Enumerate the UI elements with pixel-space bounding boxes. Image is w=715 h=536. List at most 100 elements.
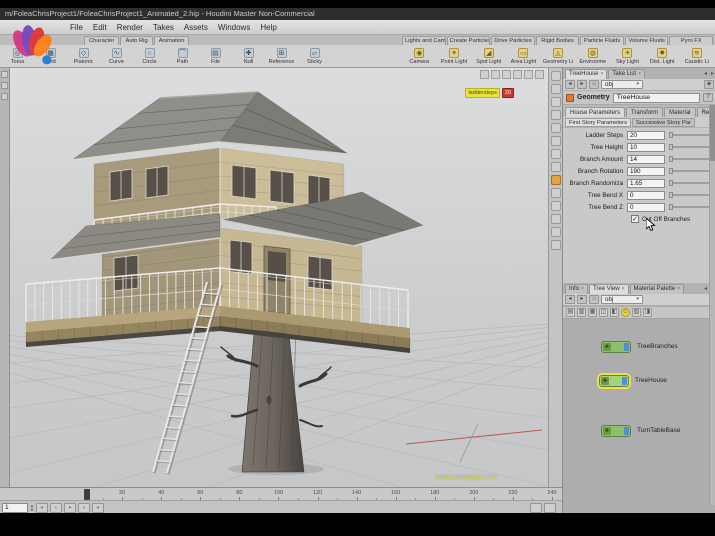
view-tool-icon[interactable]	[551, 71, 561, 81]
close-tab-icon[interactable]: ×	[600, 69, 603, 79]
view-tool-icon[interactable]	[551, 188, 561, 198]
home-icon[interactable]: ⌂	[589, 295, 599, 304]
param-tab-transform[interactable]: Transform	[626, 107, 663, 117]
close-tab-icon[interactable]: ×	[638, 69, 641, 79]
viewport-toolbar-button[interactable]	[524, 70, 533, 79]
tool-path[interactable]: ⌒Path	[166, 45, 199, 67]
tree-height-slider[interactable]	[669, 146, 712, 148]
cut-off-branches-checkbox[interactable]: ✓	[631, 215, 639, 223]
timeline-ruler[interactable]: 20406080100120140160180200220240	[0, 488, 562, 501]
slider-handle[interactable]	[669, 168, 673, 174]
playbar-option-button[interactable]	[544, 503, 556, 513]
tool-dist-light[interactable]: ✹Dist. Light	[645, 45, 680, 67]
menu-render[interactable]: Render	[117, 23, 143, 32]
network-tool-icon[interactable]: ▧	[632, 308, 641, 317]
shelf-tab-drive-particles[interactable]: Drive Particles	[491, 36, 535, 45]
view-tool-icon[interactable]	[551, 175, 561, 185]
nav-back-button[interactable]: ◂	[565, 295, 575, 304]
tab-scroll-left-icon[interactable]: ◂	[702, 70, 709, 77]
tool-camera[interactable]: ◉Camera	[402, 45, 437, 67]
tool-spot-light[interactable]: ◢Spot Light	[471, 45, 506, 67]
slider-handle[interactable]	[669, 144, 673, 150]
menu-help[interactable]: Help	[260, 23, 276, 32]
tool-environme[interactable]: ◍Environme	[575, 45, 610, 67]
tool-platonic[interactable]: ◇Platonic	[67, 45, 100, 67]
pane-tab-material-palette[interactable]: Material Palette×	[630, 284, 685, 294]
display-flag-icon[interactable]	[624, 427, 629, 435]
shelf-tab-character[interactable]: Character	[84, 36, 119, 45]
left-toolbar-icon[interactable]	[1, 82, 8, 89]
nav-forward-button[interactable]: ▸	[577, 295, 587, 304]
tree-bend-x-field[interactable]: 0	[627, 191, 665, 200]
display-flag-icon[interactable]	[622, 377, 627, 385]
pane-tab-info[interactable]: Info×	[565, 284, 588, 294]
view-tool-icon[interactable]	[551, 84, 561, 94]
shelf-tab-lights-and-cameras[interactable]: Lights and Cameras	[402, 36, 446, 45]
tree-bend-z-field[interactable]: 0	[627, 203, 665, 212]
slider-handle[interactable]	[669, 204, 673, 210]
tab-scroll-left-icon[interactable]: ◂	[702, 285, 709, 292]
branch-randomiza-slider[interactable]	[669, 182, 712, 184]
param-subtab-successive-story-par[interactable]: Successive Story Par	[632, 118, 695, 127]
branch-amount-slider[interactable]	[669, 158, 712, 160]
left-toolbar-icon[interactable]	[1, 71, 8, 78]
view-tool-icon[interactable]	[551, 201, 561, 211]
menu-file[interactable]: File	[70, 23, 83, 32]
tab-scroll-right-icon[interactable]: ▸	[709, 70, 715, 77]
display-flag-icon[interactable]	[624, 343, 629, 351]
network-tool-icon[interactable]: ▤	[566, 308, 575, 317]
tool-reference[interactable]: ⊞Reference	[265, 45, 298, 67]
tool-circle[interactable]: ○Circle	[133, 45, 166, 67]
view-tool-icon[interactable]	[551, 240, 561, 250]
tool-area-light[interactable]: ▭Area Light	[506, 45, 541, 67]
shelf-tab-particle-fluids[interactable]: Particle Fluids	[580, 36, 624, 45]
network-tool-icon[interactable]: ◧	[610, 308, 619, 317]
shelf-tab-auto-rig[interactable]: Auto Rig	[120, 36, 152, 45]
network-tool-icon[interactable]: ◨	[643, 308, 652, 317]
playback-button-0[interactable]: «	[36, 503, 48, 513]
node-turntablebase[interactable]: ♣	[601, 425, 631, 437]
viewport-toolbar-button[interactable]	[535, 70, 544, 79]
nav-back-button[interactable]: ◂	[565, 80, 575, 89]
path-dropdown[interactable]: obj ▾	[601, 80, 643, 89]
playback-button-2[interactable]: ▪	[64, 503, 76, 513]
help-button[interactable]: ?	[703, 93, 713, 102]
view-tool-icon[interactable]	[551, 97, 561, 107]
slider-handle[interactable]	[669, 180, 673, 186]
shelf-tab-create-particles[interactable]: Create Particles	[447, 36, 491, 45]
network-tool-icon[interactable]: ◫	[599, 308, 608, 317]
node-name-field[interactable]: TreeHouse	[613, 93, 700, 103]
network-path-dropdown[interactable]: obj ▾	[601, 295, 643, 304]
network-editor[interactable]: ♣TreeBranches♣TreeHouse♣TurnTableBase	[563, 319, 715, 513]
tree-bend-x-slider[interactable]	[669, 194, 712, 196]
menu-windows[interactable]: Windows	[218, 23, 250, 32]
node-treebranches[interactable]: ♣	[601, 341, 631, 353]
shelf-tab-animation[interactable]: Animation	[154, 36, 190, 45]
shelf-tab-pyro-fx[interactable]: Pyro FX	[669, 36, 713, 45]
tool-point-light[interactable]: ✶Point Light	[437, 45, 472, 67]
param-tab-material[interactable]: Material	[664, 107, 695, 117]
viewport-toolbar-button[interactable]	[480, 70, 489, 79]
pane-tab-tree-view[interactable]: Tree View×	[589, 284, 629, 294]
ladder-steps-slider[interactable]	[669, 134, 712, 136]
network-tool-icon[interactable]: ▥	[577, 308, 586, 317]
tool-geometry-li[interactable]: ◬Geometry Li	[541, 45, 576, 67]
pane-tab-treehouse[interactable]: TreeHouse×	[565, 69, 607, 79]
menu-takes[interactable]: Takes	[153, 23, 174, 32]
slider-handle[interactable]	[669, 132, 673, 138]
slider-handle[interactable]	[669, 156, 673, 162]
view-tool-icon[interactable]	[551, 136, 561, 146]
view-tool-icon[interactable]	[551, 214, 561, 224]
view-tool-icon[interactable]	[551, 227, 561, 237]
menu-assets[interactable]: Assets	[184, 23, 208, 32]
param-tab-house-parameters[interactable]: House Parameters	[565, 107, 625, 117]
tree-height-field[interactable]: 10	[627, 143, 665, 152]
view-tool-icon[interactable]	[551, 149, 561, 159]
tool-curve[interactable]: ∿Curve	[100, 45, 133, 67]
panel-scrollbar[interactable]	[709, 105, 715, 505]
slider-handle[interactable]	[669, 192, 673, 198]
close-tab-icon[interactable]: ×	[581, 284, 584, 294]
menu-edit[interactable]: Edit	[93, 23, 107, 32]
scrollbar-thumb[interactable]	[710, 105, 715, 161]
node-treehouse[interactable]: ♣	[599, 375, 629, 387]
